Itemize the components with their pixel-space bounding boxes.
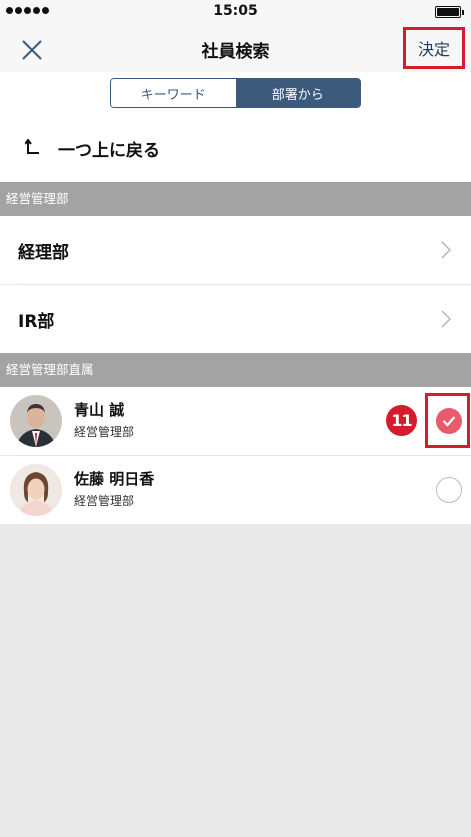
navigation-bar: 社員検索 決定 xyxy=(0,24,471,72)
section-header-direct-members: 経営管理部直属 xyxy=(0,353,471,387)
person-name: 青山 誠 xyxy=(74,401,125,419)
go-up-button[interactable]: 一つ上に戻る xyxy=(0,116,471,182)
person-name: 佐藤 明日香 xyxy=(74,470,155,488)
battery-icon xyxy=(435,6,464,18)
go-up-label: 一つ上に戻る xyxy=(58,141,160,161)
unselected-checkbox[interactable] xyxy=(436,477,462,503)
department-label: IR部 xyxy=(18,312,55,332)
screen: 15:05 社員検索 決定 キーワード 部署から 一つ上に戻る 経営管理部 経理… xyxy=(0,0,471,837)
page-title: 社員検索 xyxy=(201,42,270,62)
avatar xyxy=(10,395,62,447)
search-mode-segmented-control: キーワード 部署から xyxy=(110,78,361,108)
segment-department[interactable]: 部署から xyxy=(235,79,360,107)
checkmark-icon xyxy=(442,416,456,427)
person-department: 経営管理部 xyxy=(74,494,135,508)
person-row[interactable]: 青山 誠 経営管理部 11 xyxy=(0,387,471,455)
segment-keyword[interactable]: キーワード xyxy=(111,79,236,107)
up-arrow-icon xyxy=(25,139,39,154)
status-time: 15:05 xyxy=(213,3,258,19)
segment-area: キーワード 部署から xyxy=(0,72,471,116)
selected-checkbox[interactable] xyxy=(436,408,462,434)
done-button[interactable]: 決定 xyxy=(403,27,465,69)
department-label: 経理部 xyxy=(18,243,69,263)
chevron-right-icon xyxy=(441,310,451,328)
chevron-right-icon xyxy=(441,241,451,259)
section-header-department: 経営管理部 xyxy=(0,182,471,216)
avatar xyxy=(10,464,62,516)
department-row[interactable]: 経理部 xyxy=(0,216,471,284)
person-row[interactable]: 佐藤 明日香 経営管理部 xyxy=(0,456,471,524)
department-row[interactable]: IR部 xyxy=(0,285,471,353)
person-department: 経営管理部 xyxy=(74,425,135,439)
step-badge: 11 xyxy=(386,405,417,436)
status-bar: 15:05 xyxy=(0,0,471,24)
